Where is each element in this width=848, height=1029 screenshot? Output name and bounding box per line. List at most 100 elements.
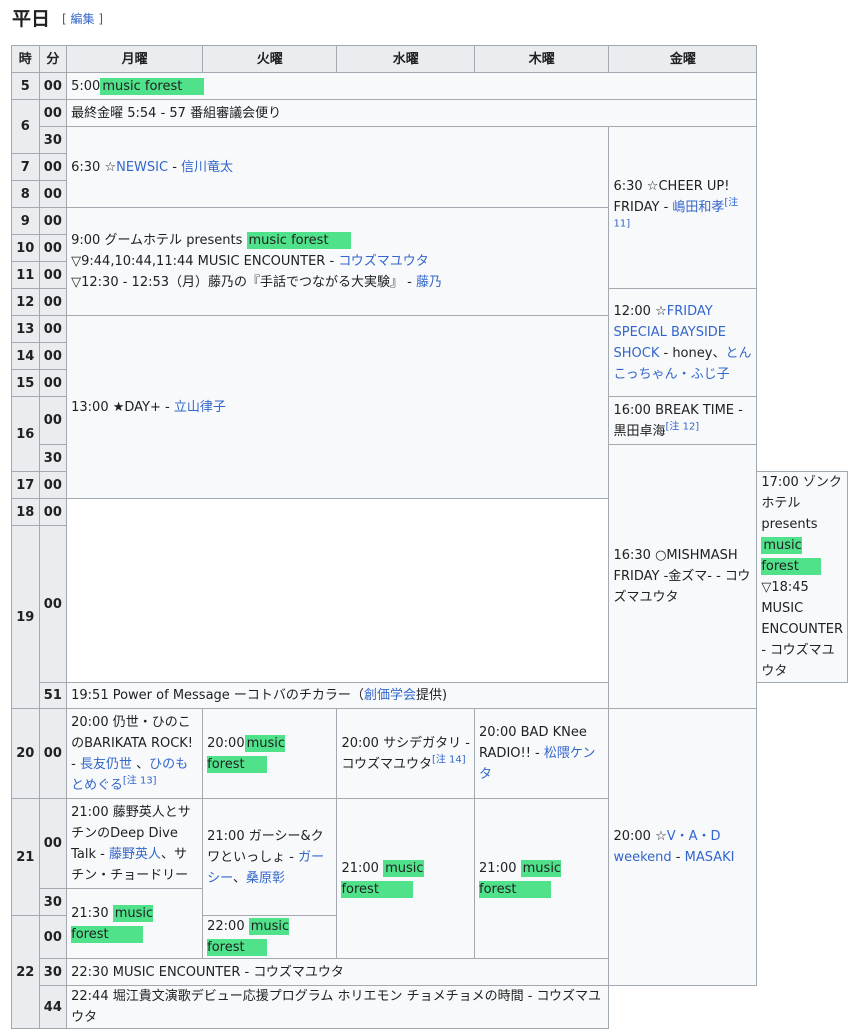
music-forest-label: music forest	[100, 77, 205, 95]
weekday-schedule-table: 時 分 月曜 火曜 水曜 木曜 金曜 5 00 5:00 music forest…	[11, 45, 848, 1029]
hour-cell: 13	[11, 315, 40, 343]
col-monday: 月曜	[66, 45, 204, 73]
minute-cell: 30	[38, 126, 68, 154]
program-cell: 6:30 ☆NEWSIC - 信川竜太	[66, 126, 610, 208]
hour-cell: 15	[11, 369, 40, 397]
minute-cell: 00	[38, 315, 68, 343]
table-row: 5 00 5:00 music forest	[11, 72, 848, 100]
minute-cell: 30	[38, 444, 68, 472]
minute-cell: 00	[38, 369, 68, 397]
page: 平日 [ 編集 ] 時 分 月曜 火曜 水曜 木曜 金曜 5 00 5:00 mu…	[0, 0, 848, 1029]
host-link[interactable]: 立山律子	[174, 400, 226, 415]
hour-cell: 21	[11, 798, 40, 916]
edit-section: [ 編集 ]	[62, 12, 104, 26]
minute-cell: 00	[38, 153, 68, 181]
minute-cell: 00	[38, 342, 68, 370]
minute-cell: 00	[38, 915, 68, 959]
program-cell: 16:00 BREAK TIME - 黒田卓海[注 12]	[608, 396, 758, 445]
program-cell: 22:44 堀江貴文演歌デビュー応援プログラム ホリエモン チョメチョメの時間 …	[66, 985, 610, 1029]
minute-cell: 00	[38, 288, 68, 316]
hour-cell: 14	[11, 342, 40, 370]
hour-cell: 8	[11, 180, 40, 208]
hour-cell: 9	[11, 207, 40, 235]
host-link[interactable]: コウズマユウタ	[338, 254, 428, 269]
edit-link[interactable]: 編集	[71, 12, 95, 26]
minute-cell: 00	[38, 525, 68, 683]
program-cell: 20:00 ☆V・A・D weekend - MASAKI	[608, 708, 758, 986]
program-cell: 13:00 ★DAY+ - 立山律子	[66, 315, 610, 499]
minute-cell: 00	[38, 180, 68, 208]
footnote-link[interactable]: [注 12]	[666, 421, 700, 432]
minute-cell: 44	[38, 985, 68, 1029]
program-cell: 20:00 BAD KNee RADIO!! - 松隈ケンタ	[474, 708, 610, 799]
hour-cell: 18	[11, 498, 40, 526]
footnote-link[interactable]: [注 14]	[432, 754, 466, 765]
minute-cell: 00	[38, 708, 68, 799]
host-link[interactable]: 信川竜太	[181, 160, 233, 175]
sponsor-link[interactable]: 創価学会	[364, 688, 416, 703]
program-cell: 20:00 サシデガタリ - コウズマユウタ[注 14]	[336, 708, 476, 799]
host-link[interactable]: 藤野英人	[109, 847, 161, 862]
col-minute: 分	[38, 45, 68, 73]
host-link[interactable]: 長友仍世	[80, 757, 132, 772]
program-cell: 16:30 ○MISHMASH FRIDAY -金ズマ- - コウズマユウタ	[608, 444, 758, 709]
minute-cell: 00	[38, 72, 68, 100]
program-cell: 21:00 music forest	[474, 798, 610, 959]
hour-cell: 19	[11, 525, 40, 709]
minute-cell: 00	[38, 396, 68, 445]
program-cell: 5:00 music forest	[66, 72, 758, 100]
program-cell: 9:00 グームホテル presents music forest ▽9:44,…	[66, 207, 610, 316]
program-cell: 12:00 ☆FRIDAY SPECIAL BAYSIDE SHOCK - ho…	[608, 288, 758, 397]
footnote-link[interactable]: [注 13]	[123, 775, 157, 786]
host-link[interactable]: 桑原彰	[246, 871, 285, 886]
minute-cell: 30	[38, 888, 68, 916]
col-thursday: 木曜	[474, 45, 610, 73]
hour-cell: 5	[11, 72, 40, 100]
hour-cell: 12	[11, 288, 40, 316]
hour-cell: 11	[11, 261, 40, 289]
program-cell: 21:00 ガーシー&クワといっしょ - ガーシー、桑原彰	[202, 798, 338, 916]
minute-cell: 00	[38, 498, 68, 526]
program-cell: 21:00 藤野英人とサチンのDeep Dive Talk - 藤野英人、サチン…	[66, 798, 204, 889]
minute-cell: 00	[38, 234, 68, 262]
table-row: 30 6:30 ☆NEWSIC - 信川竜太 6:30 ☆CHEER UP! F…	[12, 126, 848, 289]
program-cell: 最終金曜 5:54 - 57 番組審議会便り	[66, 99, 758, 127]
minute-cell: 00	[38, 261, 68, 289]
minute-cell: 00	[38, 471, 68, 499]
program-cell: 6:30 ☆CHEER UP! FRIDAY - 嶋田和孝[注 11]	[608, 126, 758, 289]
program-cell: 21:00 music forest	[336, 798, 476, 959]
newsic-link[interactable]: NEWSIC	[116, 160, 168, 175]
hour-cell: 16	[11, 396, 40, 472]
minute-cell: 00	[38, 99, 68, 127]
hour-cell: 6	[11, 99, 40, 154]
program-cell: 20:00 仍世・ひのこのBARIKATA ROCK! - 長友仍世 、ひのもと…	[66, 708, 204, 799]
minute-cell: 30	[38, 958, 68, 986]
host-link[interactable]: MASAKI	[685, 850, 735, 865]
program-cell: 22:00 music forest	[202, 915, 338, 959]
program-cell: 21:30 music forest	[66, 888, 204, 959]
program-cell: 20:00 music forest	[202, 708, 338, 799]
minute-cell: 00	[38, 798, 68, 889]
col-friday: 金曜	[608, 45, 758, 73]
hour-cell: 10	[11, 234, 40, 262]
section-title: 平日	[12, 8, 51, 30]
music-forest-label: music forest	[246, 232, 351, 249]
program-cell: 19:51 Power of Message ーコトバのチカラー（創価学会提供)	[66, 682, 758, 709]
minute-cell: 00	[38, 207, 68, 235]
hour-cell: 20	[11, 708, 40, 799]
table-row: 51 19:51 Power of Message ーコトバのチカラー（創価学会…	[12, 682, 848, 709]
col-wednesday: 水曜	[336, 45, 476, 73]
music-forest-label: music forest	[761, 537, 821, 575]
table-row: 20 00 20:00 仍世・ひのこのBARIKATA ROCK! - 長友仍世…	[11, 708, 848, 986]
table-row: 44 22:44 堀江貴文演歌デビュー応援プログラム ホリエモン チョメチョメの…	[12, 985, 848, 1029]
host-link[interactable]: 嶋田和孝	[672, 200, 724, 215]
hour-cell: 7	[11, 153, 40, 181]
table-row: 6 00 最終金曜 5:54 - 57 番組審議会便り	[11, 99, 848, 154]
hour-cell: 22	[11, 915, 40, 1029]
minute-cell: 51	[38, 682, 68, 709]
col-tuesday: 火曜	[202, 45, 338, 73]
header-row: 時 分 月曜 火曜 水曜 木曜 金曜	[11, 45, 848, 73]
program-cell: 17:00 ゾンクホテル presents music forest ▽18:4…	[756, 471, 848, 683]
program-cell: 22:30 MUSIC ENCOUNTER - コウズマユウタ	[66, 958, 610, 986]
host-link[interactable]: 藤乃	[416, 275, 442, 290]
